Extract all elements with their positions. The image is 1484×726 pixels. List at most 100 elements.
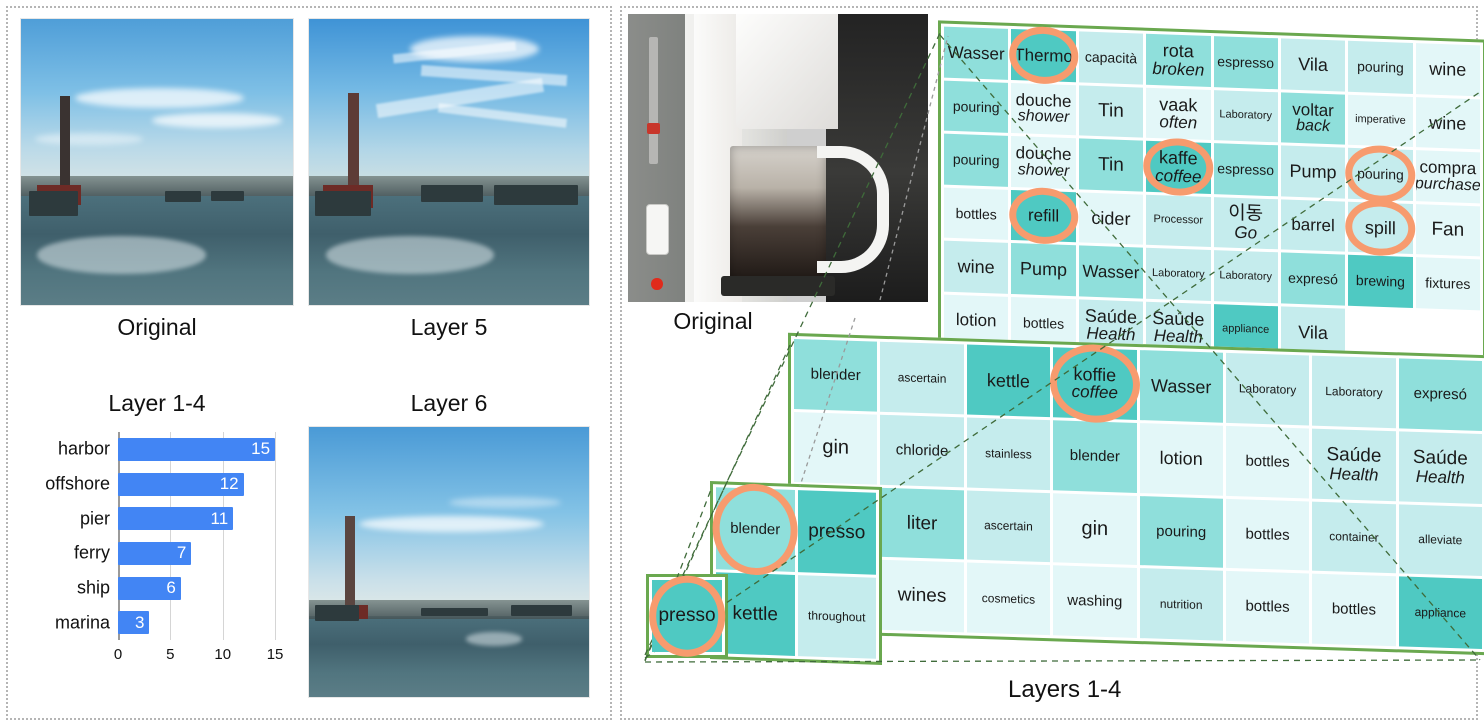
grid-cell[interactable]: capacità (1078, 31, 1144, 85)
grid-cell[interactable]: Laboratory (1225, 352, 1310, 426)
grid-cell-word: Vila (1298, 54, 1328, 76)
grid-cell[interactable]: Saúde Health (1312, 428, 1396, 501)
grid-cell[interactable]: bottles (944, 187, 1009, 240)
grid-cell[interactable]: Tin (1078, 138, 1144, 192)
grid-cell-word: spill (1364, 216, 1396, 239)
grid-cell[interactable]: vaak often (1146, 87, 1211, 140)
grid-cell[interactable]: presso (649, 575, 725, 657)
grid-cell[interactable]: cider (1078, 191, 1144, 245)
grid-cell[interactable]: bottles (1225, 571, 1310, 644)
cloud-icon (409, 36, 539, 62)
grid-cell[interactable]: appliance (1398, 576, 1482, 650)
chart-bar-value: 15 (251, 439, 271, 459)
chart-bar-label: ferry (74, 542, 110, 563)
grid-cell[interactable]: douche shower (1011, 135, 1076, 189)
cloud-icon (75, 87, 245, 108)
grid-cell-word: Laboratory (1238, 380, 1297, 397)
grid-cell[interactable]: Tin (1078, 84, 1144, 138)
grid-cell[interactable]: pouring (1348, 40, 1413, 94)
grid-cell[interactable]: blender (794, 338, 878, 412)
grid-cell[interactable]: douche shower (1011, 82, 1076, 136)
grid-cell[interactable]: bottles (1312, 573, 1396, 647)
grid-cell[interactable]: stainless (966, 417, 1051, 490)
grid-cell[interactable]: lotion (1139, 422, 1223, 496)
grid-cell[interactable]: voltar back (1280, 91, 1346, 145)
grid-cell[interactable]: Pump (1280, 145, 1346, 199)
grid-cell[interactable]: Pump (1011, 242, 1076, 296)
chart-bar-value: 3 (134, 612, 145, 632)
grid-cell[interactable]: blender (712, 482, 798, 577)
grid-cell[interactable]: gin (794, 411, 878, 485)
grid-cell[interactable]: Laboratory (1312, 355, 1396, 428)
grid-cell[interactable]: Wasser (1078, 245, 1144, 299)
grid-cell[interactable]: Thermo (1008, 25, 1079, 85)
grid-cell[interactable]: expresó (1280, 252, 1346, 306)
grid-cell[interactable]: pouring (1345, 144, 1416, 204)
grid-cell[interactable]: pouring (1139, 495, 1223, 568)
grid-cell-word: Laboratory (1219, 268, 1272, 283)
grid-cell[interactable]: Laboratory (1213, 89, 1278, 143)
grid-cell[interactable]: 이동 Go (1213, 196, 1278, 250)
grid-cell[interactable]: Laboratory (1146, 247, 1211, 301)
grid-cell[interactable]: Wasser (1139, 350, 1223, 423)
grid-cell[interactable]: Vila (1280, 38, 1346, 92)
grid-cell[interactable]: wine (1415, 96, 1480, 150)
grid-cell-translation: coffee (1155, 165, 1202, 187)
grid-cell[interactable]: Processor (1146, 194, 1211, 247)
chart-bar: 3 (118, 611, 150, 635)
grid-cell[interactable]: throughout (797, 574, 876, 659)
chart-bar-value: 11 (210, 508, 229, 528)
grid-cell-word: pouring (952, 151, 1000, 169)
grid-cell-word: Laboratory (1219, 108, 1272, 123)
grid-cell[interactable]: espresso (1213, 143, 1278, 196)
grid-cell[interactable]: presso (797, 490, 876, 575)
grid-cell[interactable]: wines (880, 560, 964, 633)
grid-cell[interactable]: barrel (1280, 198, 1346, 252)
grid-cell[interactable]: washing (1053, 565, 1137, 638)
grid-cell[interactable]: kettle (966, 344, 1051, 417)
grid-cell[interactable]: imperative (1348, 94, 1413, 148)
grid-cell[interactable]: pouring (944, 133, 1009, 187)
grid-cell[interactable]: bottles (1225, 425, 1310, 498)
grid-cell[interactable]: brewing (1348, 254, 1413, 308)
grid-cell[interactable]: expresó (1398, 358, 1482, 431)
grid-cell[interactable]: gin (1053, 492, 1137, 566)
grid-cell-word: kettle (986, 369, 1030, 392)
grid-cell-word: Pump (1020, 258, 1068, 280)
grid-cell[interactable]: liter (880, 487, 964, 560)
grid-cell[interactable]: alleviate (1398, 503, 1482, 577)
layer5-harbor-image (308, 18, 590, 306)
grid-cell[interactable]: koffie coffee (1049, 342, 1140, 424)
water-wake (325, 236, 494, 274)
layer1-4-bar-chart: 0 5 10 15 harbor 15 offshore 12 pier 11 ferry 7 ship… (26, 426, 304, 670)
middle-grid-wrapper: blender ascertain kettle koffie coffee Wasser… (788, 332, 1484, 656)
grid-cell[interactable]: ascertain (966, 490, 1051, 563)
grid-cell[interactable]: Wasser (944, 26, 1009, 80)
grid-cell[interactable]: Saúde Health (1398, 431, 1482, 504)
cloud-icon (34, 133, 144, 145)
grid-cell[interactable]: nutrition (1139, 568, 1223, 641)
grid-cell-word: gin (1081, 517, 1109, 541)
grid-cell[interactable]: espresso (1213, 36, 1278, 89)
grid-cell[interactable]: wine (944, 240, 1009, 294)
power-button[interactable] (646, 204, 669, 256)
grid-cell[interactable]: spill (1345, 198, 1416, 258)
grid-cell[interactable]: cosmetics (966, 562, 1051, 636)
grid-cell[interactable]: ascertain (880, 341, 964, 415)
grid-cell[interactable]: Fan (1415, 203, 1480, 257)
grid-cell[interactable]: blender (1053, 420, 1137, 493)
grid-cell-word: Vila (1298, 321, 1328, 343)
grid-cell[interactable]: refill (1008, 186, 1079, 246)
chart-xtick: 0 (113, 646, 123, 663)
grid-cell[interactable]: container (1312, 501, 1396, 574)
grid-cell[interactable]: pouring (944, 80, 1009, 133)
grid-cell[interactable]: compra purchase (1415, 150, 1480, 203)
grid-cell[interactable]: bottles (1225, 498, 1310, 571)
chart-plot-area: 0 5 10 15 harbor 15 offshore 12 pier 11 ferry 7 ship… (45, 432, 296, 663)
grid-cell[interactable]: Laboratory (1213, 250, 1278, 303)
grid-cell[interactable]: fixtures (1415, 257, 1480, 310)
grid-cell[interactable]: wine (1415, 43, 1480, 96)
grid-cell[interactable]: chloride (880, 414, 964, 487)
grid-cell[interactable]: rota broken (1146, 33, 1211, 87)
grid-cell[interactable]: kaffe coffee (1143, 137, 1214, 197)
